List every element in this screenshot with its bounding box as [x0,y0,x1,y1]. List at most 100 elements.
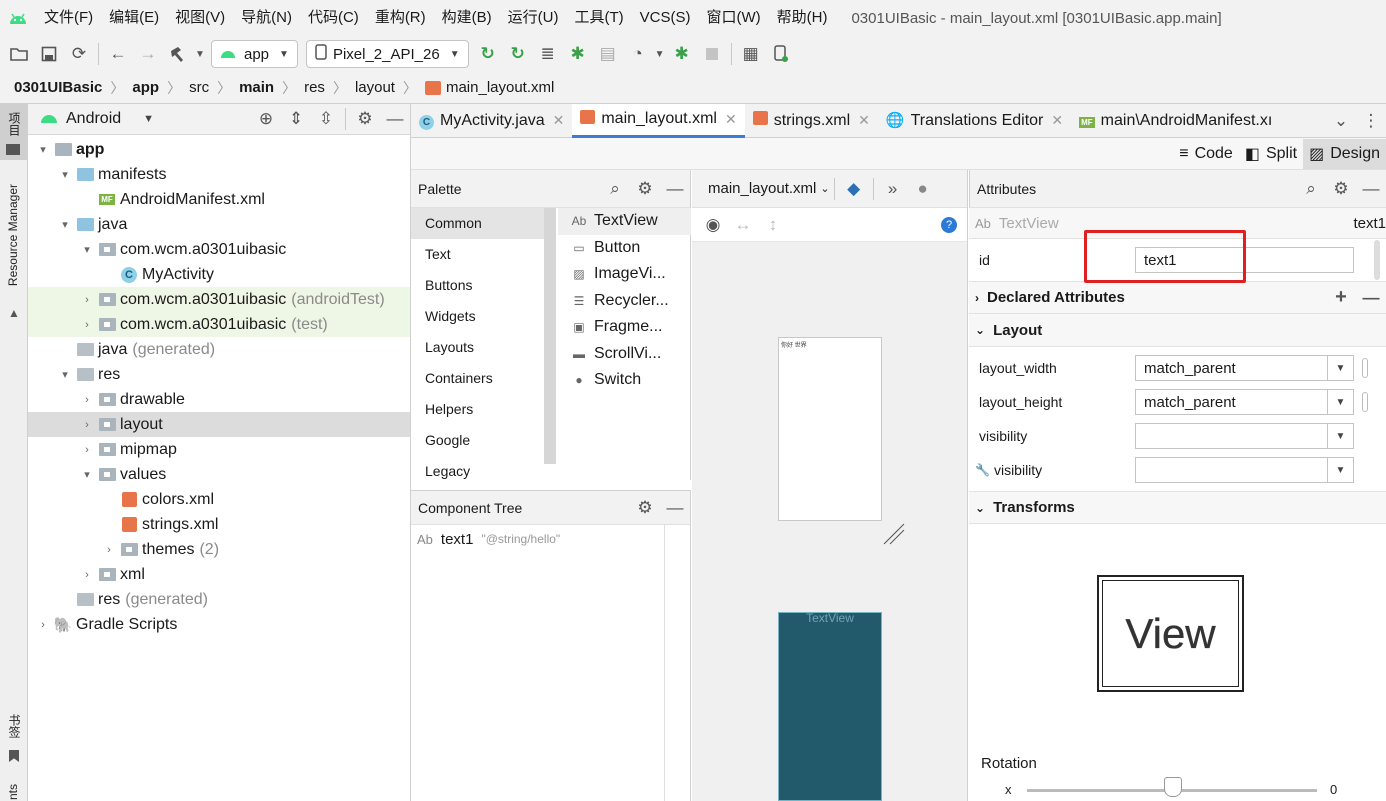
layout-section[interactable]: ⌄ Layout [969,314,1386,347]
palette-category[interactable]: Buttons [411,270,556,301]
project-tool-button[interactable]: 项目 [0,104,27,160]
declared-attributes-section[interactable]: › Declared Attributes + — [969,281,1386,314]
gear-icon[interactable]: ⚙ [630,493,660,523]
minimize-icon[interactable]: — [660,493,690,523]
chevron-down-icon[interactable]: ▾ [58,168,72,181]
attach-debugger-icon[interactable]: ▤ [593,39,623,69]
tree-item[interactable]: › com.wcm.a0301uibasic (androidTest) [28,287,410,312]
gear-icon[interactable]: ⚙ [630,174,660,204]
menu-tools[interactable]: 工具(T) [566,0,631,36]
breadcrumb-item[interactable]: res [304,79,325,96]
horizontal-resize-icon[interactable]: ↔ [728,210,758,240]
palette-category[interactable]: Containers [411,363,556,394]
attribute-edit-handle[interactable] [1362,392,1368,412]
tree-item[interactable]: colors.xml [28,487,410,512]
chevron-right-icon[interactable]: › [80,569,94,581]
locate-target-icon[interactable]: ⊕ [251,104,281,134]
palette-category[interactable]: Text [411,239,556,270]
close-icon[interactable]: ✕ [553,112,565,129]
palette-item[interactable]: ▣ Fragme... [558,314,691,341]
back-arrow-icon[interactable]: ← [103,39,133,69]
palette-category[interactable]: Helpers [411,394,556,425]
chevron-right-icon[interactable]: › [102,544,116,556]
editor-tab[interactable]: MF main\AndroidManifest.xı [1071,104,1280,138]
device-manager-icon[interactable] [766,39,796,69]
expand-all-icon[interactable]: ⇕ [281,104,311,134]
palette-item[interactable]: ● Switch [558,367,691,394]
editor-tab[interactable]: 🌐 Translations Editor ✕ [878,104,1071,138]
tree-item[interactable]: › xml [28,562,410,587]
chevron-down-icon[interactable]: ▼ [1327,424,1353,448]
close-icon[interactable]: ✕ [725,111,737,128]
attribute-value-dropdown[interactable]: match_parent ▼ [1135,389,1354,415]
menu-edit[interactable]: 编辑(E) [101,0,167,36]
menu-window[interactable]: 窗口(W) [698,0,768,36]
menu-view[interactable]: 视图(V) [167,0,233,36]
sync-icon[interactable]: ⟳ [64,39,94,69]
tree-item[interactable]: › mipmap [28,437,410,462]
apply-changes-icon[interactable]: ↻ [503,39,533,69]
apply-code-changes-icon[interactable]: ≣ [533,39,563,69]
palette-category[interactable]: Google [411,425,556,456]
gear-icon[interactable]: ⚙ [1326,174,1356,204]
palette-category[interactable]: Common [411,208,556,239]
design-preview-screen[interactable]: 你好 世界 [778,337,882,521]
chevron-right-icon[interactable]: › [80,444,94,456]
palette-category[interactable]: Widgets [411,301,556,332]
gear-icon[interactable]: ⚙ [350,104,380,134]
tree-item[interactable]: strings.xml [28,512,410,537]
warning-icon[interactable]: ● [908,174,938,204]
sdk-manager-icon[interactable]: ▦ [736,39,766,69]
minimize-icon[interactable]: — [380,104,410,134]
breadcrumb-item[interactable]: main_layout.xml [424,79,554,96]
menu-build[interactable]: 构建(B) [434,0,500,36]
stop-icon[interactable] [697,39,727,69]
rotation-slider-thumb[interactable] [1164,777,1182,797]
forward-arrow-icon[interactable]: → [133,39,163,69]
minimize-icon[interactable]: — [660,174,690,204]
palette-item[interactable]: ☰ Recycler... [558,288,691,315]
menu-run[interactable]: 运行(U) [500,0,567,36]
eye-icon[interactable]: ◉ [698,210,728,240]
debug-bug-icon[interactable]: ✱ [563,39,593,69]
more-chevron-icon[interactable]: » [878,174,908,204]
close-icon[interactable]: ✕ [1051,112,1063,129]
tab-list-chevron-icon[interactable]: ⌄ [1326,106,1356,136]
code-mode-button[interactable]: ≡ Code [1173,139,1239,169]
search-icon[interactable]: ⌕ [1296,174,1326,204]
tree-item[interactable]: MF AndroidManifest.xml [28,187,410,212]
editor-tab[interactable]: C MyActivity.java ✕ [411,104,572,138]
resource-manager-tool-button[interactable]: Resource Manager ▲ [0,182,27,322]
chevron-down-icon[interactable]: ▾ [36,143,50,156]
menu-help[interactable]: 帮助(H) [769,0,836,36]
breadcrumb-item[interactable]: src [189,79,209,96]
tree-item[interactable]: ▾ values [28,462,410,487]
palette-category[interactable]: Layouts [411,332,556,363]
help-icon[interactable]: ? [941,216,957,233]
more-options-icon[interactable]: ⋮ [1356,106,1386,136]
close-icon[interactable]: ✕ [858,112,870,129]
tree-item[interactable]: ▾ app [28,137,410,162]
breadcrumb-item[interactable]: 0301UIBasic [14,79,102,96]
resize-handle-icon[interactable] [882,522,906,546]
chevron-down-icon[interactable]: ▾ [80,468,94,481]
attribute-edit-handle[interactable] [1362,358,1368,378]
attribute-value-dropdown[interactable]: match_parent ▼ [1135,355,1354,381]
menu-file[interactable]: 文件(F) [36,0,101,36]
chevron-down-icon[interactable]: ▼ [193,39,207,69]
tree-item[interactable]: ▾ manifests [28,162,410,187]
split-mode-button[interactable]: ◧ Split [1239,139,1303,169]
chevron-down-icon[interactable]: ▼ [1327,458,1353,482]
add-icon[interactable]: + [1326,283,1356,313]
tree-item[interactable]: › themes (2) [28,537,410,562]
palette-item[interactable]: Ab TextView [558,208,691,235]
editor-tab[interactable]: strings.xml ✕ [745,104,878,138]
chevron-right-icon[interactable]: › [36,619,50,631]
tree-item[interactable]: › drawable [28,387,410,412]
menu-vcs[interactable]: VCS(S) [632,0,699,36]
tree-item[interactable]: ▾ com.wcm.a0301uibasic [28,237,410,262]
chevron-down-icon[interactable]: ▾ [58,218,72,231]
component-tree-item[interactable]: Ab text1 "@string/hello" [411,525,690,553]
palette-item[interactable]: ▬ ScrollVi... [558,341,691,368]
chevron-right-icon[interactable]: › [80,394,94,406]
